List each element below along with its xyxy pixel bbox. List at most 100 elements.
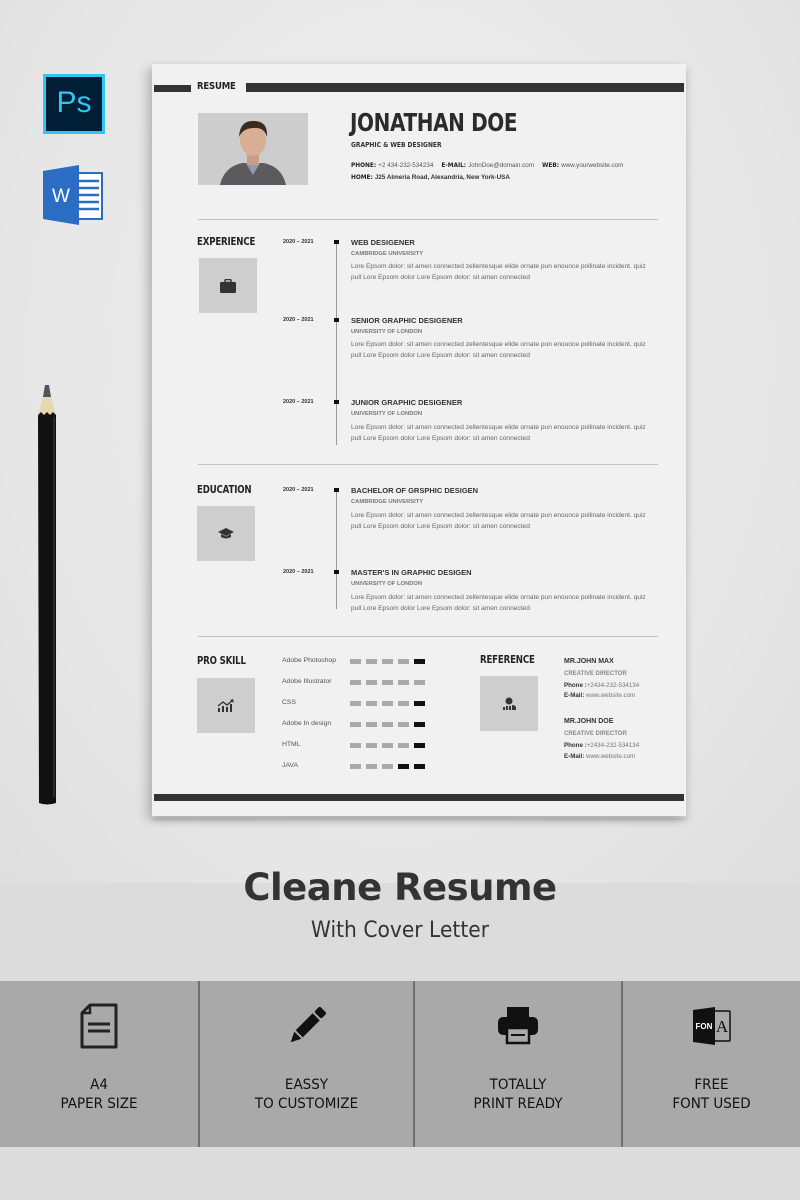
skill-rating xyxy=(350,764,425,769)
experience-icon-box xyxy=(199,258,257,313)
skill-block xyxy=(350,722,361,727)
growth-chart-icon xyxy=(217,699,234,712)
skill-block xyxy=(414,743,425,748)
skill-name: CSS xyxy=(282,699,296,706)
feature-line1: EASSY xyxy=(284,1077,329,1093)
skill-block xyxy=(366,764,377,769)
email-value: JohnDoe@domain.com xyxy=(468,162,535,169)
graduation-cap-icon xyxy=(218,527,234,538)
photoshop-icon: Ps xyxy=(43,74,105,134)
skill-rating xyxy=(350,680,425,685)
skill-block xyxy=(398,743,409,748)
phone-value: +2 434-232-534234 xyxy=(378,162,434,169)
skill-block xyxy=(366,722,377,727)
skill-block xyxy=(398,722,409,727)
resume-role: GRAPHIC & WEB DESIGNER xyxy=(351,141,442,149)
reference-phone-label: Phone : xyxy=(564,742,587,749)
skill-block xyxy=(382,680,393,685)
education-title: EDUCATION xyxy=(197,484,252,496)
reference-phone-value: +2434-232-534134 xyxy=(586,742,640,749)
header-bar-left xyxy=(154,85,191,92)
document-icon xyxy=(74,1001,124,1051)
skill-rating xyxy=(350,659,425,664)
product-subtitle: With Cover Letter xyxy=(310,918,490,943)
divider-1 xyxy=(198,219,658,220)
experience-org: CAMBRIDGE UNIVERSITY xyxy=(351,251,424,257)
phone-label: PHONE: xyxy=(351,163,377,169)
profile-photo xyxy=(198,113,308,185)
experience-title: EXPERIENCE xyxy=(197,236,256,248)
reference-title: REFERENCE xyxy=(480,654,535,666)
reference-icon-box xyxy=(480,676,538,731)
reference-name: MR.JOHN DOE xyxy=(564,718,614,725)
skill-block xyxy=(398,659,409,664)
timeline-dot xyxy=(334,240,339,244)
experience-date: 2020 – 2021 xyxy=(283,399,314,405)
skill-block xyxy=(382,743,393,748)
divider-2 xyxy=(198,464,658,465)
feature-line2: PAPER SIZE xyxy=(60,1096,138,1112)
skill-rating xyxy=(350,743,425,748)
home-label: HOME: xyxy=(351,175,373,181)
skill-block xyxy=(398,764,409,769)
skill-block xyxy=(398,701,409,706)
font-icon: FON A xyxy=(687,1001,737,1051)
timeline-dot xyxy=(334,488,339,492)
skill-block xyxy=(366,680,377,685)
word-letter: W xyxy=(52,186,70,207)
feature-line1: TOTALLY xyxy=(489,1077,547,1093)
timeline-dot xyxy=(334,400,339,404)
experience-title-item: SENIOR GRAPHIC DESIGENER xyxy=(351,316,463,325)
divider-3 xyxy=(198,636,658,637)
reference-role: CREATIVE DIRECTOR xyxy=(564,731,627,737)
skill-name: JAVA xyxy=(282,762,298,769)
reference-email-value: www.website.com xyxy=(586,692,636,699)
skill-block xyxy=(350,659,361,664)
font-icon-letter: A xyxy=(715,1017,728,1036)
resume-name: JONATHAN DOE xyxy=(350,108,518,137)
feature-line2: PRINT READY xyxy=(473,1096,563,1112)
font-icon-text: FON xyxy=(695,1022,712,1031)
skill-block xyxy=(382,659,393,664)
web-value: www.yourwebsite.com xyxy=(561,162,624,169)
education-date: 2020 – 2021 xyxy=(283,487,314,493)
experience-title-item: JUNIOR GRAPHIC DESIGENER xyxy=(351,398,463,407)
timeline-dot xyxy=(334,570,339,574)
skill-block xyxy=(414,659,425,664)
education-desc: Lore Epsom dolor: sit amen connected zel… xyxy=(351,594,646,613)
feature-font: FON A FREE FONT USED xyxy=(621,981,800,1147)
experience-org: UNIVERSITY OF LONDON xyxy=(351,411,423,417)
reference-name: MR.JOHN MAX xyxy=(564,658,614,665)
experience-org: UNIVERSITY OF LONDON xyxy=(351,329,423,335)
skill-name: Adobe In design xyxy=(282,720,332,727)
feature-line2: TO CUSTOMIZE xyxy=(254,1096,359,1112)
experience-desc: Lore Epsom dolor: sit amen connected zel… xyxy=(351,263,646,282)
education-desc: Lore Epsom dolor: sit amen connected zel… xyxy=(351,512,646,531)
printer-icon xyxy=(493,1001,543,1051)
education-degree: MASTER'S IN GRAPHIC DESIGEN xyxy=(351,568,472,577)
timeline-dot xyxy=(334,318,339,322)
feature-label: EASSY TO CUSTOMIZE xyxy=(207,1076,405,1114)
skill-block xyxy=(366,659,377,664)
reference-phone-value: +2434-232-534134 xyxy=(586,682,640,689)
home-value: J25 Almeria Road, Alexandria, New York-U… xyxy=(374,174,510,181)
experience-timeline xyxy=(336,242,337,445)
experience-date: 2020 – 2021 xyxy=(283,317,314,323)
skills-icon-box xyxy=(197,678,255,733)
education-school: UNIVERSITY OF LONDON xyxy=(351,581,423,587)
reference-email-label: E-Mail: xyxy=(564,692,585,699)
skill-block xyxy=(414,722,425,727)
education-school: CAMBRIDGE UNIVERSITY xyxy=(351,499,424,505)
feature-label: FREE FONT USED xyxy=(629,1076,794,1114)
skill-block xyxy=(366,743,377,748)
experience-title-item: WEB DESIGENER xyxy=(351,238,415,247)
footer-bar xyxy=(154,794,684,801)
experience-desc: Lore Epsom dolor: sit amen connected zel… xyxy=(351,341,646,360)
education-icon-box xyxy=(197,506,255,561)
pencil-decoration xyxy=(38,385,60,805)
feature-line2: FONT USED xyxy=(672,1096,751,1112)
reference-phone-label: Phone : xyxy=(564,682,587,689)
feature-line1: A4 xyxy=(90,1077,108,1093)
skill-block xyxy=(350,764,361,769)
skill-block xyxy=(382,764,393,769)
